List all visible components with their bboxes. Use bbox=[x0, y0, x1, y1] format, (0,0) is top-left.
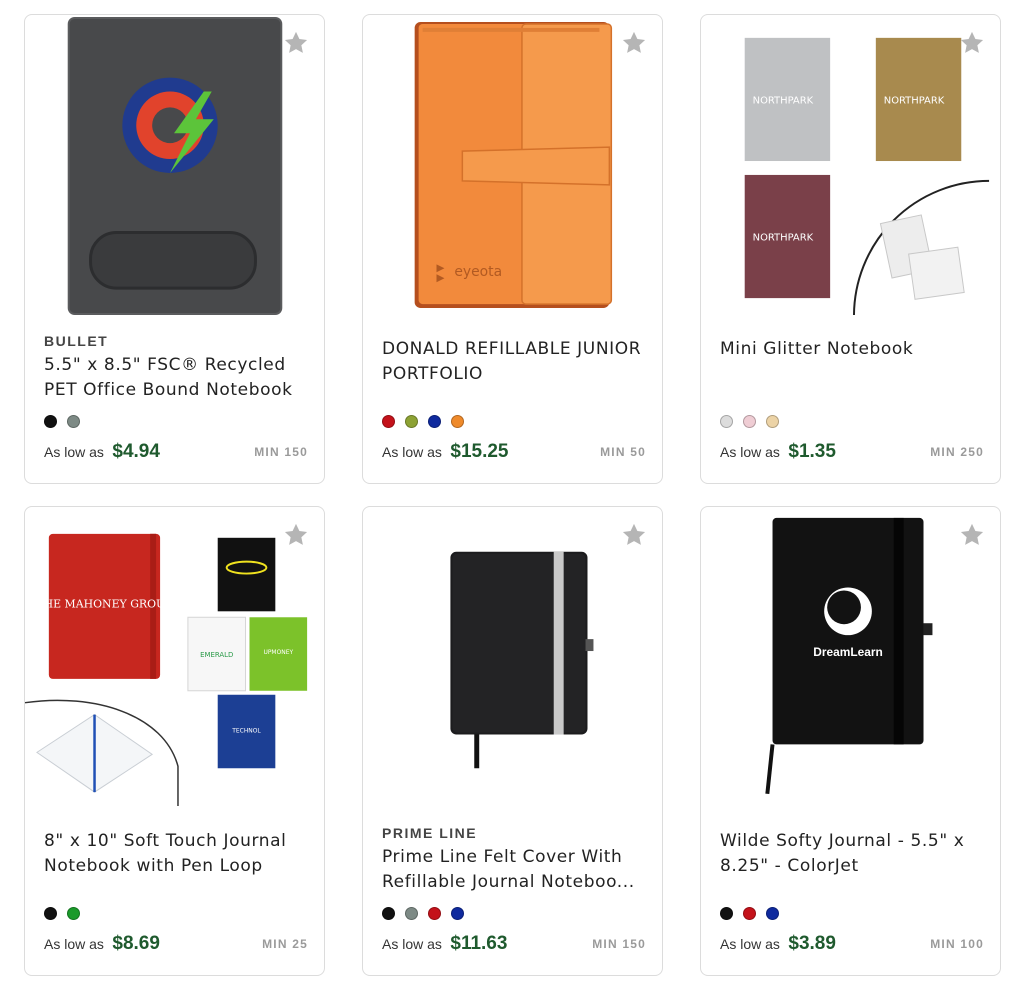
product-price: $3.89 bbox=[788, 933, 836, 954]
color-swatch[interactable] bbox=[743, 415, 756, 428]
favorite-star-icon[interactable] bbox=[620, 521, 648, 549]
product-title[interactable]: Mini Glitter Notebook bbox=[720, 337, 988, 362]
favorite-star-icon[interactable] bbox=[958, 521, 986, 549]
color-swatch[interactable] bbox=[743, 907, 756, 920]
product-image[interactable] bbox=[25, 15, 324, 315]
imprint-text: THE MAHONEY GROUP bbox=[36, 597, 172, 610]
product-price: $15.25 bbox=[450, 441, 509, 462]
color-swatch[interactable] bbox=[382, 415, 395, 428]
product-title[interactable]: 8" x 10" Soft Touch Journal Notebook wit… bbox=[44, 829, 312, 878]
imprint-text: NORTHPARK bbox=[884, 95, 945, 106]
min-quantity: MIN 25 bbox=[262, 937, 308, 951]
product-brand: BULLET bbox=[44, 333, 109, 349]
product-image[interactable]: eyeota bbox=[363, 15, 662, 315]
product-card[interactable]: THE MAHONEY GROUP EMERALD UPMONEY TECHNO… bbox=[24, 506, 325, 976]
min-quantity: MIN 250 bbox=[930, 445, 984, 459]
color-swatch[interactable] bbox=[428, 415, 441, 428]
price-row: As low as $3.89 MIN 100 bbox=[720, 933, 984, 955]
color-swatches bbox=[44, 907, 80, 920]
color-swatch[interactable] bbox=[428, 907, 441, 920]
product-image[interactable]: DreamLearn bbox=[701, 507, 1000, 807]
imprint-text: TECHNOL bbox=[231, 727, 261, 734]
color-swatches bbox=[720, 415, 779, 428]
price-row: As low as $1.35 MIN 250 bbox=[720, 441, 984, 463]
price-prefix: As low as bbox=[382, 444, 442, 460]
color-swatches bbox=[720, 907, 779, 920]
color-swatch[interactable] bbox=[44, 415, 57, 428]
price-row: As low as $15.25 MIN 50 bbox=[382, 441, 646, 463]
imprint-text: NORTHPARK bbox=[753, 232, 814, 243]
product-title[interactable]: 5.5" x 8.5" FSC® Recycled PET Office Bou… bbox=[44, 353, 312, 402]
product-image[interactable]: THE MAHONEY GROUP EMERALD UPMONEY TECHNO… bbox=[25, 507, 324, 807]
product-brand: PRIME LINE bbox=[382, 825, 478, 841]
product-image[interactable]: NORTHPARK NORTHPARK NORTHPARK bbox=[701, 15, 1000, 315]
favorite-star-icon[interactable] bbox=[620, 29, 648, 57]
imprint-text: DreamLearn bbox=[813, 645, 882, 659]
color-swatch[interactable] bbox=[766, 907, 779, 920]
price-row: As low as $8.69 MIN 25 bbox=[44, 933, 308, 955]
product-card[interactable]: DreamLearn Wilde Softy Journal - 5.5" x … bbox=[700, 506, 1001, 976]
color-swatches bbox=[382, 415, 464, 428]
price-prefix: As low as bbox=[720, 444, 780, 460]
price-row: As low as $4.94 MIN 150 bbox=[44, 441, 308, 463]
price-prefix: As low as bbox=[44, 936, 104, 952]
color-swatches bbox=[44, 415, 80, 428]
product-price: $4.94 bbox=[112, 441, 160, 462]
product-title[interactable]: Prime Line Felt Cover With Refillable Jo… bbox=[382, 845, 650, 894]
color-swatch[interactable] bbox=[720, 415, 733, 428]
color-swatch[interactable] bbox=[44, 907, 57, 920]
price-prefix: As low as bbox=[382, 936, 442, 952]
product-price: $1.35 bbox=[788, 441, 836, 462]
color-swatch[interactable] bbox=[766, 415, 779, 428]
price-row: As low as $11.63 MIN 150 bbox=[382, 933, 646, 955]
imprint-text: NORTHPARK bbox=[753, 95, 814, 106]
product-card[interactable]: BULLET 5.5" x 8.5" FSC® Recycled PET Off… bbox=[24, 14, 325, 484]
color-swatch[interactable] bbox=[67, 415, 80, 428]
favorite-star-icon[interactable] bbox=[282, 521, 310, 549]
min-quantity: MIN 150 bbox=[592, 937, 646, 951]
imprint-text: UPMONEY bbox=[263, 649, 293, 656]
color-swatch[interactable] bbox=[67, 907, 80, 920]
color-swatches bbox=[382, 907, 464, 920]
min-quantity: MIN 150 bbox=[254, 445, 308, 459]
min-quantity: MIN 100 bbox=[930, 937, 984, 951]
product-card[interactable]: eyeota DONALD REFILLABLE JUNIOR PORTFOLI… bbox=[362, 14, 663, 484]
product-image[interactable] bbox=[363, 507, 662, 807]
color-swatch[interactable] bbox=[382, 907, 395, 920]
product-title[interactable]: DONALD REFILLABLE JUNIOR PORTFOLIO bbox=[382, 337, 650, 386]
color-swatch[interactable] bbox=[451, 907, 464, 920]
color-swatch[interactable] bbox=[405, 415, 418, 428]
min-quantity: MIN 50 bbox=[600, 445, 646, 459]
price-prefix: As low as bbox=[720, 936, 780, 952]
color-swatch[interactable] bbox=[451, 415, 464, 428]
favorite-star-icon[interactable] bbox=[958, 29, 986, 57]
product-card[interactable]: PRIME LINE Prime Line Felt Cover With Re… bbox=[362, 506, 663, 976]
color-swatch[interactable] bbox=[720, 907, 733, 920]
favorite-star-icon[interactable] bbox=[282, 29, 310, 57]
price-prefix: As low as bbox=[44, 444, 104, 460]
imprint-text: EMERALD bbox=[200, 651, 233, 659]
product-price: $8.69 bbox=[112, 933, 160, 954]
product-price: $11.63 bbox=[450, 933, 508, 954]
imprint-text: eyeota bbox=[454, 264, 502, 280]
color-swatch[interactable] bbox=[405, 907, 418, 920]
product-title[interactable]: Wilde Softy Journal - 5.5" x 8.25" - Col… bbox=[720, 829, 988, 878]
product-card[interactable]: NORTHPARK NORTHPARK NORTHPARK Mini Glitt… bbox=[700, 14, 1001, 484]
